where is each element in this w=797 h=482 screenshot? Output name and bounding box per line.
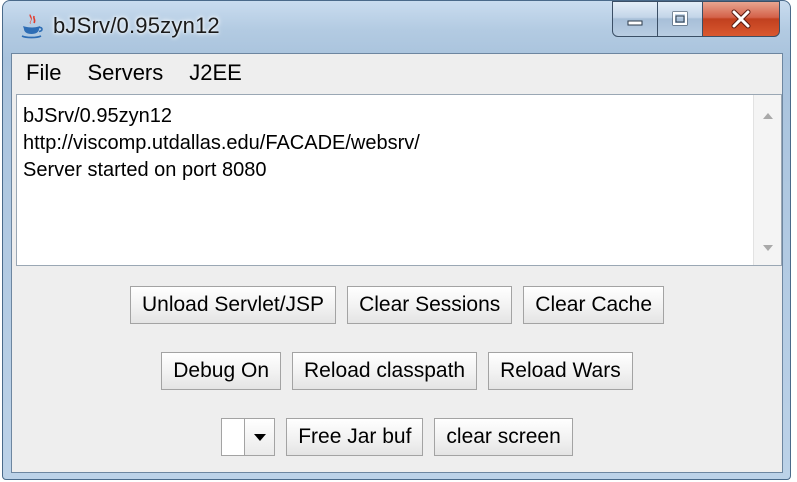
java-coffee-icon [21,14,43,39]
log-line: Server started on port 8080 [23,159,267,181]
button-row-3: Free Jar buf clear screen [12,418,782,456]
clear-sessions-button[interactable]: Clear Sessions [347,286,513,324]
maximize-button[interactable] [657,1,703,37]
close-button[interactable] [702,1,780,37]
title-bar[interactable]: bJSrv/0.95zyn12 [3,1,790,53]
scroll-down-arrow-icon[interactable] [763,245,773,251]
log-line: http://viscomp.utdallas.edu/FACADE/websr… [23,132,420,154]
maximize-icon [672,11,688,26]
client-area: File Servers J2EE bJSrv/0.95zyn12 http://… [11,53,783,473]
window-title: bJSrv/0.95zyn12 [53,13,220,38]
reload-classpath-button[interactable]: Reload classpath [292,352,478,390]
vertical-scrollbar[interactable] [753,95,781,265]
chevron-down-icon [253,433,266,441]
close-icon [731,9,751,29]
caption-buttons [612,1,780,37]
log-line: bJSrv/0.95zyn12 [23,105,172,127]
button-row-2: Debug On Reload classpath Reload Wars [12,352,782,390]
menu-file[interactable]: File [12,54,74,92]
log-content: bJSrv/0.95zyn12 http://viscomp.utdallas.e… [23,103,743,184]
window-frame: bJSrv/0.95zyn12 File Servers J2EE bJSrv/… [2,0,791,480]
minimize-icon [627,20,643,26]
scroll-up-arrow-icon[interactable] [763,113,773,119]
menu-servers[interactable]: Servers [74,54,176,92]
clear-cache-button[interactable]: Clear Cache [523,286,665,324]
combo-value[interactable] [222,419,245,455]
minimize-button[interactable] [612,1,658,37]
log-textarea[interactable]: bJSrv/0.95zyn12 http://viscomp.utdallas.e… [16,94,782,266]
clear-screen-button[interactable]: clear screen [434,418,573,456]
debug-on-button[interactable]: Debug On [161,352,281,390]
button-row-1: Unload Servlet/JSP Clear Sessions Clear … [12,286,782,324]
free-jar-buf-button[interactable]: Free Jar buf [286,418,424,456]
reload-wars-button[interactable]: Reload Wars [488,352,633,390]
unload-servlet-jsp-button[interactable]: Unload Servlet/JSP [129,286,337,324]
combo-box[interactable] [221,418,276,456]
combo-dropdown-button[interactable] [244,419,275,455]
menu-j2ee[interactable]: J2EE [176,54,255,92]
menu-bar: File Servers J2EE [12,54,782,92]
